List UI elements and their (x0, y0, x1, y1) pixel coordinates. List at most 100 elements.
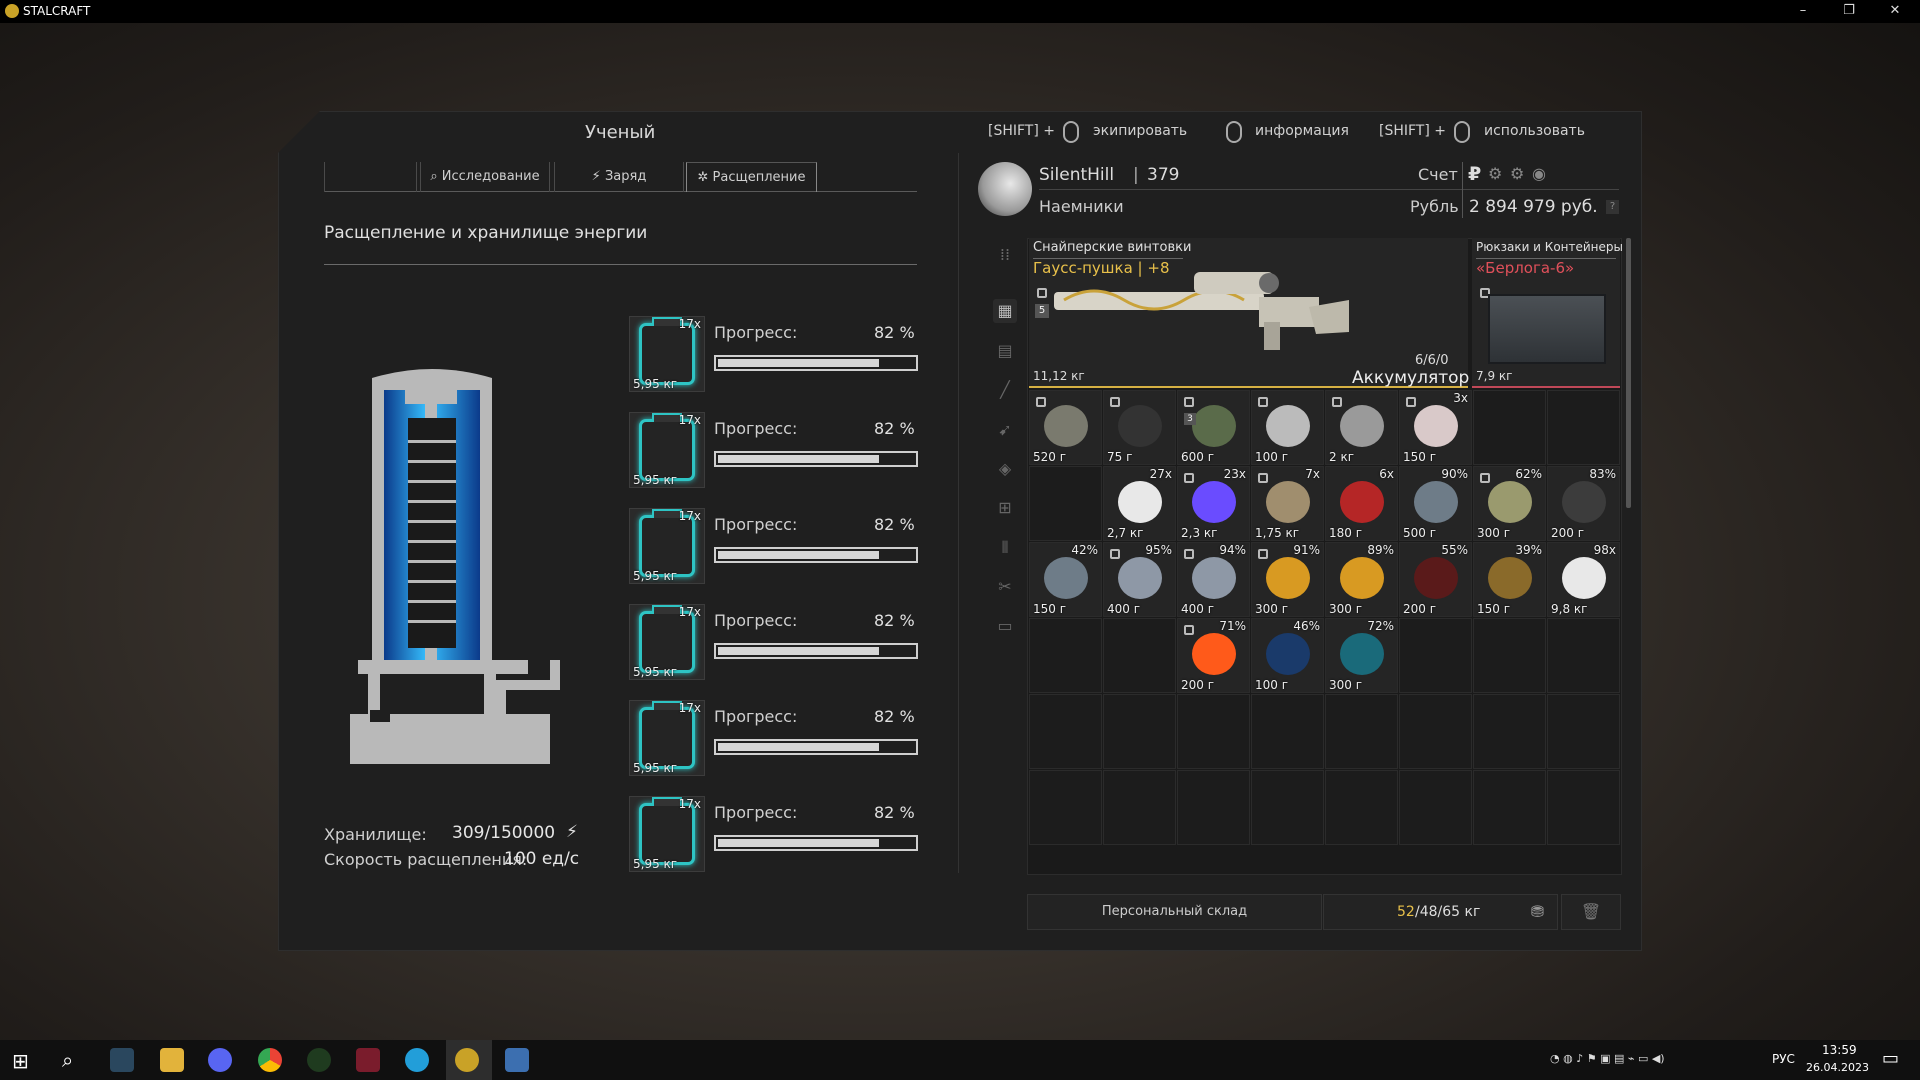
inventory-cell[interactable] (1325, 694, 1398, 769)
inventory-cell[interactable] (1029, 618, 1102, 693)
close-icon[interactable]: ✕ (1872, 0, 1918, 23)
inventory-cell[interactable] (1103, 618, 1176, 693)
trash-icon[interactable]: 🗑 (1561, 894, 1621, 930)
inventory-cell[interactable] (1251, 694, 1324, 769)
inventory-cell[interactable] (1547, 770, 1620, 845)
inventory-cell[interactable] (1473, 618, 1546, 693)
inventory-cell[interactable] (1547, 390, 1620, 465)
minimize-icon[interactable]: – (1780, 0, 1826, 23)
inventory-cell[interactable]: 23x 2,3 кг (1177, 466, 1250, 541)
inventory-cell[interactable]: 95% 400 г (1103, 542, 1176, 617)
inventory-cell[interactable] (1325, 770, 1398, 845)
inventory-cell[interactable]: 520 г (1029, 390, 1102, 465)
inventory-cell[interactable]: 100 г (1251, 390, 1324, 465)
inventory-cell[interactable]: 42% 150 г (1029, 542, 1102, 617)
inventory-cell[interactable] (1103, 694, 1176, 769)
inventory-cell[interactable] (1177, 694, 1250, 769)
inventory-cell[interactable]: 55% 200 г (1399, 542, 1472, 617)
notifications-icon[interactable]: ▭ (1882, 1048, 1899, 1069)
inventory-cell[interactable] (1251, 770, 1324, 845)
calculator-icon[interactable] (505, 1048, 529, 1072)
inventory-cell[interactable]: 83% 200 г (1547, 466, 1620, 541)
inventory-cell[interactable]: 3x 150 г (1399, 390, 1472, 465)
inventory-cell[interactable] (1547, 694, 1620, 769)
ruble-icon[interactable]: ₽ (1468, 163, 1481, 185)
mouse-right-icon (1454, 121, 1470, 143)
tray-icons[interactable]: ◔ ◍ ♪ ⚑ ▣ ▤ ⌁ ▭ ◀) (1550, 1052, 1665, 1065)
tools-icon[interactable]: ✂ (993, 575, 1017, 599)
language-indicator[interactable]: РУС (1772, 1052, 1795, 1066)
inventory-cell[interactable]: 89% 300 г (1325, 542, 1398, 617)
battery-slot[interactable]: 17x 5,95 кг (629, 412, 705, 488)
inventory-cell[interactable]: 98x 9,8 кг (1547, 542, 1620, 617)
telegram-icon[interactable] (405, 1048, 429, 1072)
restore-icon[interactable]: ❐ (1826, 0, 1872, 23)
inventory-cell[interactable] (1547, 618, 1620, 693)
gears-icon[interactable]: ⚙ (1510, 164, 1524, 183)
search-icon[interactable]: ⌕ (62, 1048, 73, 1072)
inventory-cell[interactable]: 46% 100 г (1251, 618, 1324, 693)
inventory-cell[interactable]: 71% 200 г (1177, 618, 1250, 693)
stalcraft-icon[interactable] (455, 1048, 479, 1072)
inventory-cell[interactable]: 6x 180 г (1325, 466, 1398, 541)
battery-slot[interactable]: 17x 5,95 кг (629, 604, 705, 680)
chrome-icon[interactable] (258, 1048, 282, 1072)
clock-time[interactable]: 13:59 (1822, 1043, 1857, 1057)
battery-slot[interactable]: 17x 5,95 кг (629, 508, 705, 584)
medkit-icon[interactable]: ⊞ (993, 496, 1017, 520)
weapon-slot[interactable]: Снайперские винтовки Гаусс-пушка | +8 5 … (1029, 238, 1469, 388)
tab-research[interactable]: ⌕ Исследование (420, 162, 550, 192)
inventory-cell[interactable]: 90% 500 г (1399, 466, 1472, 541)
inventory-cell[interactable]: 7x 1,75 кг (1251, 466, 1324, 541)
armor-icon[interactable]: ▤ (993, 339, 1017, 363)
game-launcher-icon[interactable] (356, 1048, 380, 1072)
folder-icon[interactable] (160, 1048, 184, 1072)
inventory-cell[interactable] (1473, 694, 1546, 769)
box-icon[interactable]: ▭ (993, 614, 1017, 638)
inventory-cell[interactable] (1473, 390, 1546, 465)
inventory-cell[interactable]: 2 кг (1325, 390, 1398, 465)
tab-charge[interactable]: ⚡ Заряд (554, 162, 684, 192)
knife-icon[interactable]: ➹ (993, 418, 1017, 442)
inventory-cell[interactable] (1473, 770, 1546, 845)
ammo-icon[interactable]: ⦀ (993, 536, 1017, 560)
gear-icon[interactable]: ⚙ (1488, 164, 1502, 183)
windows-start-icon[interactable]: ⊞ (12, 1049, 29, 1073)
power-app-icon[interactable] (307, 1048, 331, 1072)
progress-value: 82 % (874, 707, 915, 726)
rifle-icon[interactable]: ╱ (993, 378, 1017, 402)
artifact-icon[interactable]: ◈ (993, 457, 1017, 481)
sort-icon[interactable]: ⁞⁞ (993, 243, 1017, 267)
tab-splitting[interactable]: ✲ Расщепление (686, 162, 817, 192)
badge-icon[interactable]: ◉ (1532, 164, 1546, 183)
inventory-cell[interactable] (1029, 770, 1102, 845)
help-icon[interactable]: ? (1606, 200, 1619, 214)
inventory-cell[interactable]: 62% 300 г (1473, 466, 1546, 541)
inventory-cell[interactable]: 91% 300 г (1251, 542, 1324, 617)
item-count: 46% (1293, 619, 1320, 633)
grid-all-icon[interactable]: ▦ (993, 299, 1017, 323)
tab-empty[interactable] (324, 162, 417, 192)
steam-icon[interactable] (110, 1048, 134, 1072)
inventory-cell[interactable] (1177, 770, 1250, 845)
battery-slot[interactable]: 17x 5,95 кг (629, 316, 705, 392)
inventory-cell[interactable] (1399, 770, 1472, 845)
inventory-cell[interactable]: 72% 300 г (1325, 618, 1398, 693)
inventory-cell[interactable]: 94% 400 г (1177, 542, 1250, 617)
battery-slot[interactable]: 17x 5,95 кг (629, 700, 705, 776)
battery-slot[interactable]: 17x 5,95 кг (629, 796, 705, 872)
inventory-cell[interactable]: 75 г (1103, 390, 1176, 465)
personal-storage-button[interactable]: Персональный склад (1027, 894, 1322, 930)
inventory-cell[interactable] (1029, 694, 1102, 769)
inventory-cell[interactable]: 27x 2,7 кг (1103, 466, 1176, 541)
inventory-cell[interactable]: 39% 150 г (1473, 542, 1546, 617)
discord-icon[interactable] (208, 1048, 232, 1072)
inventory-cell[interactable]: 3 600 г (1177, 390, 1250, 465)
inventory-scrollbar[interactable] (1626, 238, 1631, 508)
inventory-cell[interactable] (1103, 770, 1176, 845)
inventory-cell[interactable] (1399, 694, 1472, 769)
inventory-cell[interactable] (1399, 618, 1472, 693)
inventory-cell[interactable] (1029, 466, 1102, 541)
clock-date[interactable]: 26.04.2023 (1806, 1061, 1869, 1074)
backpack-slot[interactable]: Рюкзаки и Контейнеры «Берлога-6» 7,9 кг (1472, 238, 1623, 388)
